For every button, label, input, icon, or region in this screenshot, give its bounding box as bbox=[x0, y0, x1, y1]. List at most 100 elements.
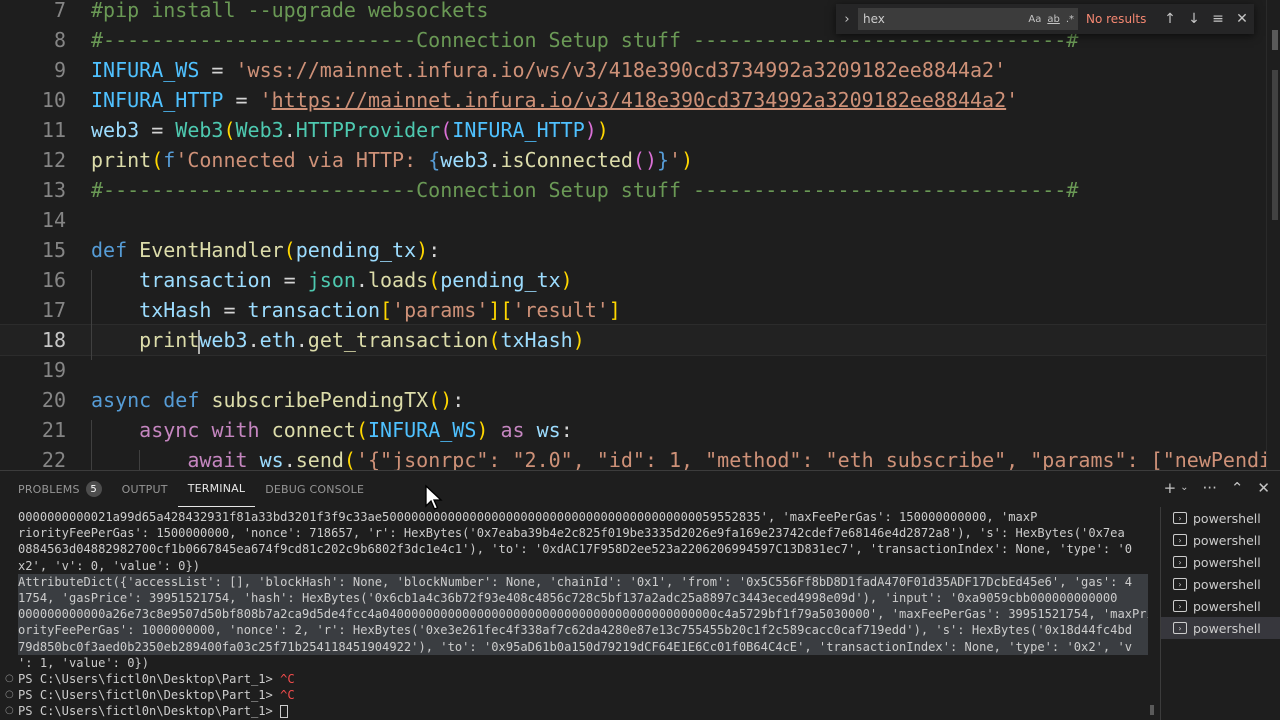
code-text[interactable]: INFURA_HTTP = 'https://mainnet.infura.io… bbox=[91, 85, 1018, 115]
code-token: = bbox=[139, 118, 176, 142]
terminal-scrollbar[interactable] bbox=[1148, 509, 1156, 720]
code-text[interactable]: transaction = json.loads(pending_tx) bbox=[91, 265, 573, 295]
line-number[interactable]: 8 bbox=[0, 25, 66, 55]
code-line[interactable]: 10 INFURA_HTTP = 'https://mainnet.infura.… bbox=[0, 85, 1280, 115]
code-token: () bbox=[428, 388, 453, 412]
code-text[interactable]: await ws.send('{"jsonrpc": "2.0", "id": … bbox=[91, 445, 1280, 470]
line-number[interactable]: 12 bbox=[0, 145, 66, 175]
scrollbar-thumb[interactable] bbox=[1150, 705, 1154, 715]
terminal-instance-item[interactable]: › powershell bbox=[1161, 595, 1280, 617]
code-text[interactable]: #pip install --upgrade websockets bbox=[91, 0, 488, 25]
code-token: ) bbox=[681, 148, 694, 172]
terminal-instance-item[interactable]: › powershell bbox=[1161, 573, 1280, 595]
line-number[interactable]: 11 bbox=[0, 115, 66, 145]
code-text[interactable]: async with connect(INFURA_WS) as ws: bbox=[91, 415, 573, 445]
command-decoration-icon[interactable]: ○ bbox=[5, 703, 14, 719]
terminal-instance-label: powershell bbox=[1193, 510, 1261, 526]
line-number[interactable]: 18 bbox=[0, 325, 66, 355]
terminal-instance-item[interactable]: › powershell bbox=[1161, 551, 1280, 573]
code-token: send bbox=[295, 448, 344, 470]
line-number[interactable]: 16 bbox=[0, 265, 66, 295]
code-token: } bbox=[657, 148, 670, 172]
terminal-dropdown-chevron-icon[interactable]: ⌄ bbox=[1180, 482, 1188, 497]
terminal-instance-item[interactable]: › powershell bbox=[1161, 529, 1280, 551]
line-number[interactable]: 7 bbox=[0, 0, 66, 25]
code-token: async bbox=[91, 388, 152, 412]
line-number[interactable]: 22 bbox=[0, 445, 66, 470]
tab-output[interactable]: OUTPUT bbox=[112, 471, 178, 507]
code-token: : bbox=[452, 388, 465, 412]
code-token: . bbox=[488, 148, 501, 172]
code-text[interactable]: txHash = transaction['params']['result'] bbox=[91, 295, 621, 325]
code-line[interactable]: 17 txHash = transaction['params']['resul… bbox=[0, 295, 1280, 325]
code-token: ws bbox=[259, 448, 284, 470]
command-decoration-icon[interactable]: ○ bbox=[5, 687, 14, 703]
code-line[interactable]: 11 web3 = Web3(Web3.HTTPProvider(INFURA_H… bbox=[0, 115, 1280, 145]
previous-match-arrow-up-icon[interactable]: ↑ bbox=[1158, 11, 1182, 27]
more-actions-ellipsis-icon[interactable]: ··· bbox=[1203, 479, 1217, 497]
command-decoration-icon[interactable]: ○ bbox=[5, 671, 14, 687]
terminal-instance-item[interactable]: › powershell bbox=[1161, 507, 1280, 529]
toggle-replace-chevron-icon[interactable]: › bbox=[836, 12, 858, 27]
line-number[interactable]: 21 bbox=[0, 415, 66, 445]
code-token: ) bbox=[476, 418, 489, 442]
code-line[interactable]: 22 await ws.send('{"jsonrpc": "2.0", "id… bbox=[0, 445, 1280, 470]
terminal-icon: › bbox=[1173, 600, 1187, 612]
tab-debug-console[interactable]: DEBUG CONSOLE bbox=[255, 471, 374, 507]
maximize-panel-chevron-up-icon[interactable]: ⌃ bbox=[1231, 479, 1244, 497]
line-number[interactable]: 14 bbox=[0, 205, 66, 235]
close-find-icon[interactable]: ✕ bbox=[1230, 11, 1254, 27]
tab-problems[interactable]: PROBLEMS 5 bbox=[0, 471, 112, 507]
line-number[interactable]: 20 bbox=[0, 385, 66, 415]
regex-toggle[interactable]: .* bbox=[1066, 14, 1074, 25]
code-text[interactable]: async def subscribePendingTX(): bbox=[91, 385, 464, 415]
indent-guide bbox=[91, 270, 92, 360]
code-line[interactable]: 14 bbox=[0, 205, 1280, 235]
code-text[interactable]: def EventHandler(pending_tx): bbox=[91, 235, 440, 265]
new-terminal-plus-icon[interactable]: + bbox=[1164, 479, 1177, 497]
code-text[interactable]: print(f'Connected via HTTP: {web3.isConn… bbox=[91, 145, 693, 175]
find-in-selection-icon[interactable]: ≡ bbox=[1206, 11, 1230, 27]
code-line[interactable]: 13 #--------------------------Connection … bbox=[0, 175, 1280, 205]
code-line[interactable]: 9 INFURA_WS = 'wss://mainnet.infura.io/ws… bbox=[0, 55, 1280, 85]
code-line[interactable]: 20 async def subscribePendingTX(): bbox=[0, 385, 1280, 415]
next-match-arrow-down-icon[interactable]: ↓ bbox=[1182, 11, 1206, 27]
code-token: txHash bbox=[139, 298, 212, 322]
line-number[interactable]: 17 bbox=[0, 295, 66, 325]
editor-scrollbar[interactable] bbox=[1266, 0, 1280, 470]
code-token: txHash bbox=[500, 328, 573, 352]
line-number[interactable]: 15 bbox=[0, 235, 66, 265]
code-line[interactable]: 12 print(f'Connected via HTTP: {web3.isCo… bbox=[0, 145, 1280, 175]
code-line[interactable]: 21 async with connect(INFURA_WS) as ws: bbox=[0, 415, 1280, 445]
match-case-toggle[interactable]: Aa bbox=[1028, 14, 1041, 25]
scrollbar-thumb[interactable] bbox=[1272, 30, 1278, 50]
terminal-output[interactable]: 0000000000021a99d65a428432931f81a33bd320… bbox=[0, 509, 1148, 720]
code-text[interactable]: printweb3.eth.get_transaction(txHash) bbox=[91, 325, 585, 355]
line-number[interactable]: 19 bbox=[0, 355, 66, 385]
line-number[interactable]: 13 bbox=[0, 175, 66, 205]
terminal-instance-item[interactable]: › powershell bbox=[1161, 617, 1280, 639]
find-input-value[interactable]: hex bbox=[863, 12, 1025, 26]
code-line[interactable]: 19 bbox=[0, 355, 1280, 385]
code-line[interactable]: 18 printweb3.eth.get_transaction(txHash) bbox=[0, 324, 1280, 356]
find-input[interactable]: hex Aa ab .* bbox=[858, 8, 1078, 30]
code-text[interactable]: #--------------------------Connection Se… bbox=[91, 175, 1078, 205]
line-number[interactable]: 10 bbox=[0, 85, 66, 115]
find-widget: › hex Aa ab .* No results ↑ ↓ ≡ ✕ bbox=[836, 4, 1254, 34]
bottom-panel: PROBLEMS 5 OUTPUT TERMINAL DEBUG CONSOLE… bbox=[0, 470, 1280, 720]
interrupt-text: ^C bbox=[280, 688, 295, 703]
whole-word-toggle[interactable]: ab bbox=[1047, 14, 1059, 25]
prompt-text: PS C:\Users\fictl0n\Desktop\Part_1> bbox=[18, 704, 281, 719]
code-editor[interactable]: 7 #pip install --upgrade websockets 8 #----… bbox=[0, 0, 1280, 470]
code-line[interactable]: 15 def EventHandler(pending_tx): bbox=[0, 235, 1280, 265]
code-line[interactable]: 16 transaction = json.loads(pending_tx) bbox=[0, 265, 1280, 295]
close-panel-icon[interactable]: ✕ bbox=[1257, 479, 1270, 497]
tab-terminal[interactable]: TERMINAL bbox=[177, 471, 256, 507]
code-text[interactable]: INFURA_WS = 'wss://mainnet.infura.io/ws/… bbox=[91, 55, 1006, 85]
line-number[interactable]: 9 bbox=[0, 55, 66, 85]
code-text[interactable]: web3 = Web3(Web3.HTTPProvider(INFURA_HTT… bbox=[91, 115, 609, 145]
